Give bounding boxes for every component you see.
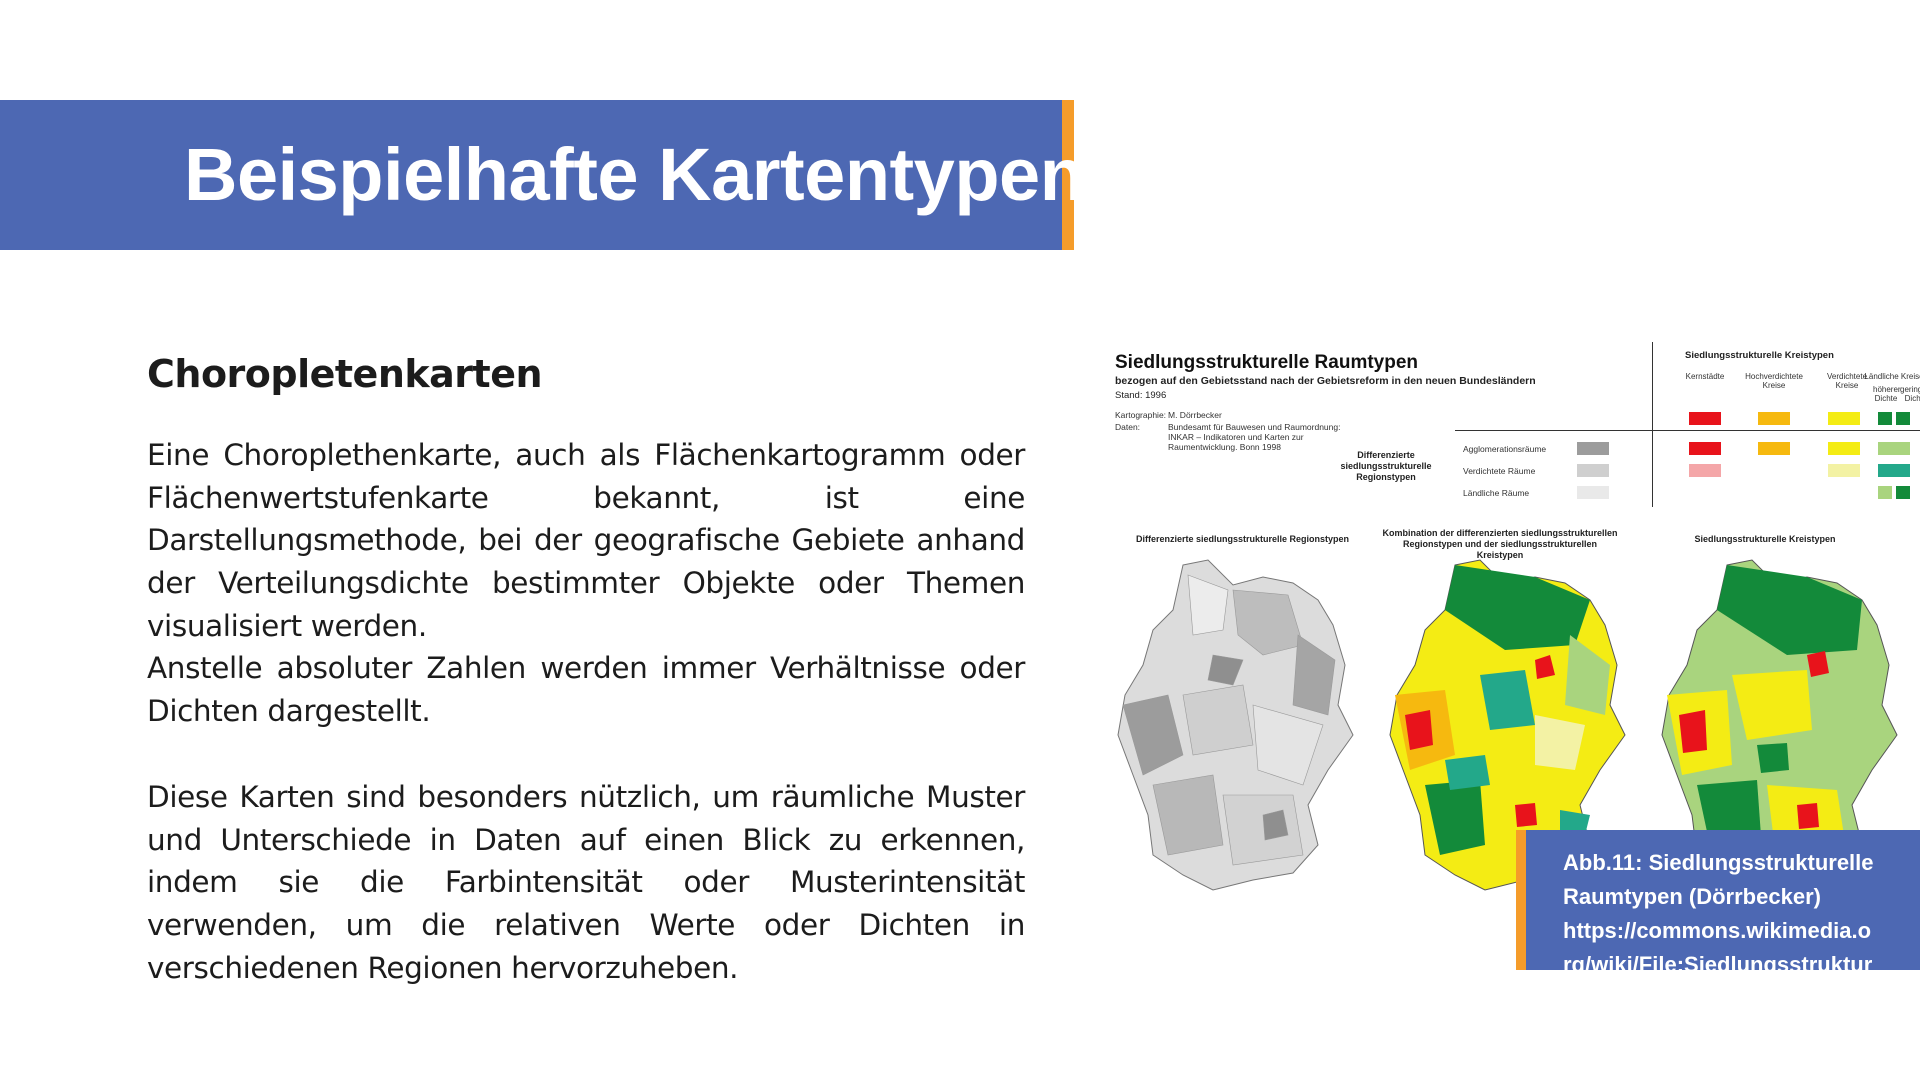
section-heading: Choropletenkarten	[147, 352, 543, 396]
legend-row-verdichtet: Verdichtete Räume	[1463, 466, 1536, 476]
daten-value: Bundesamt für Bauwesen und Raumordnung: …	[1168, 422, 1341, 452]
swatch-gray-light	[1577, 486, 1609, 499]
figure-title: Siedlungsstrukturelle Raumtypen	[1115, 352, 1419, 373]
legend-col-kernstaedte: Kernstädte	[1685, 372, 1725, 381]
figure-stand: Stand: 1996	[1115, 390, 1167, 401]
legend-row-agglomeration: Agglomerationsräume	[1463, 444, 1547, 454]
swatch-r2-laend	[1878, 464, 1910, 477]
map-caption-kreistypen: Siedlungsstrukturelle Kreistypen	[1694, 534, 1836, 544]
paragraph-usage: Diese Karten sind besonders nützlich, um…	[147, 780, 1025, 985]
legend-subcol-higher: höherer Dichte	[1873, 385, 1901, 403]
swatch-r1-hoch	[1758, 442, 1790, 455]
daten-label: Daten:	[1115, 422, 1141, 432]
legend-row-laendlich: Ländliche Räume	[1463, 488, 1530, 498]
caption-line-1: Abb.11: Siedlungsstrukturelle	[1563, 850, 1874, 875]
regionstypen-label: Differenzierte siedlungsstrukturelle Reg…	[1340, 450, 1432, 482]
map-caption-regionstypen: Differenzierte siedlungsstrukturelle Reg…	[1135, 534, 1350, 544]
kartographie-label: Kartographie:	[1115, 410, 1167, 420]
paragraph-definition: Eine Choroplethenkarte, auch als Flächen…	[147, 438, 1025, 643]
swatch-gray-mid	[1577, 464, 1609, 477]
legend-col-hochverdichtet: Hochverdichtete Kreise	[1745, 372, 1803, 390]
swatch-laendlich-gering	[1896, 412, 1910, 425]
legend-divider-v	[1652, 342, 1653, 507]
swatch-r2-verd	[1828, 464, 1860, 477]
caption-link-line-1[interactable]: https://commons.wikimedia.o	[1563, 918, 1871, 944]
legend-table: Siedlungsstrukturelle Kreistypen Kernstä…	[1455, 342, 1920, 507]
swatch-r1-verd	[1828, 442, 1860, 455]
kartographie-value: M. Dörrbecker	[1168, 410, 1222, 420]
legend-subcol-lower: geringerer Dichte	[1900, 385, 1920, 403]
swatch-r3-laend-gering	[1896, 486, 1910, 499]
caption-link-line-2[interactable]: rg/wiki/File:Siedlungsstruktur	[1563, 952, 1872, 970]
swatch-r1-laend	[1878, 442, 1910, 455]
swatch-r3-laend-hoch	[1878, 486, 1892, 499]
swatch-r2-kern	[1689, 464, 1721, 477]
swatch-r1-kern	[1689, 442, 1721, 455]
legend-col-laendlich: Ländliche Kreise	[1864, 372, 1920, 381]
swatch-laendlich-hoch	[1878, 412, 1892, 425]
caption-line-2: Raumtypen (Dörrbecker)	[1563, 884, 1821, 909]
legend-divider-h	[1455, 430, 1920, 431]
swatch-kernstadt	[1689, 412, 1721, 425]
swatch-gray-dark	[1577, 442, 1609, 455]
swatch-hochverdichtet	[1758, 412, 1790, 425]
figure-caption-box: Abb.11: Siedlungsstrukturelle Raumtypen …	[1516, 830, 1920, 970]
swatch-verdichtet	[1828, 412, 1860, 425]
caption-accent-bar	[1516, 830, 1526, 970]
slide-title: Beispielhafte Kartentypen	[184, 133, 1085, 216]
paragraph-ratios: Anstelle absoluter Zahlen werden immer V…	[147, 651, 1025, 728]
germany-map-gray	[1117, 559, 1354, 891]
legend-title: Siedlungsstrukturelle Kreistypen	[1685, 350, 1834, 361]
